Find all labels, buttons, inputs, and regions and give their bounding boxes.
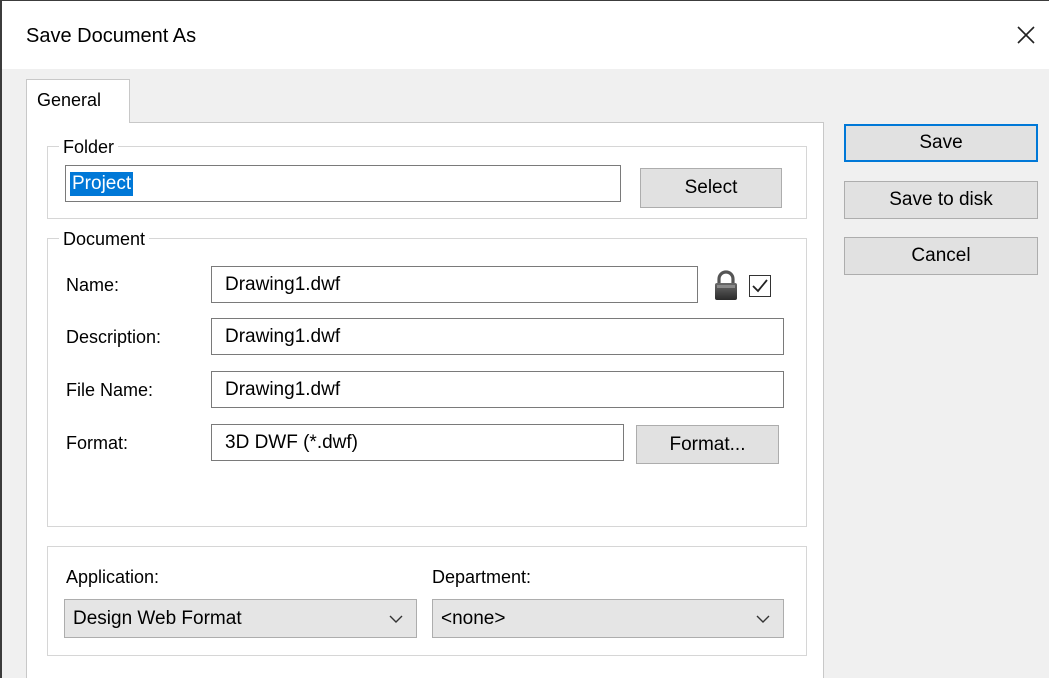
description-label: Description: — [66, 327, 162, 347]
name-lock-checkbox[interactable] — [749, 275, 771, 297]
folder-input-value: Project — [70, 171, 134, 196]
checkmark-icon — [752, 279, 768, 293]
format-button[interactable]: Format... — [636, 425, 779, 464]
cancel-button[interactable]: Cancel — [844, 237, 1038, 275]
department-dropdown-value: <none> — [441, 607, 506, 629]
dialog-title: Save Document As — [26, 25, 197, 47]
description-input[interactable]: Drawing1.dwf — [211, 318, 784, 355]
chevron-down-icon — [743, 614, 783, 624]
lock-icon — [709, 269, 743, 303]
close-button[interactable] — [1004, 10, 1048, 60]
save-button[interactable]: Save — [844, 124, 1038, 162]
department-label: Department: — [432, 567, 532, 587]
chevron-down-icon — [376, 614, 416, 624]
tab-general[interactable]: General — [26, 79, 130, 123]
file-name-label: File Name: — [66, 380, 154, 400]
application-dropdown-value: Design Web Format — [73, 607, 242, 629]
application-dropdown[interactable]: Design Web Format — [64, 599, 417, 638]
department-dropdown[interactable]: <none> — [432, 599, 784, 638]
select-folder-button[interactable]: Select — [640, 168, 782, 208]
tab-general-label: General — [37, 90, 102, 110]
folder-group-legend: Folder — [59, 137, 119, 157]
name-label: Name: — [66, 275, 120, 295]
format-field: 3D DWF (*.dwf) — [211, 424, 624, 461]
window-border-left — [0, 0, 2, 678]
document-group-legend: Document — [59, 229, 150, 249]
folder-input[interactable]: Project — [65, 165, 621, 202]
format-label: Format: — [66, 433, 129, 453]
close-icon — [1017, 26, 1035, 44]
name-input[interactable]: Drawing1.dwf — [211, 266, 698, 303]
file-name-input[interactable]: Drawing1.dwf — [211, 371, 784, 408]
application-label: Application: — [66, 567, 160, 587]
save-to-disk-button[interactable]: Save to disk — [844, 181, 1038, 219]
